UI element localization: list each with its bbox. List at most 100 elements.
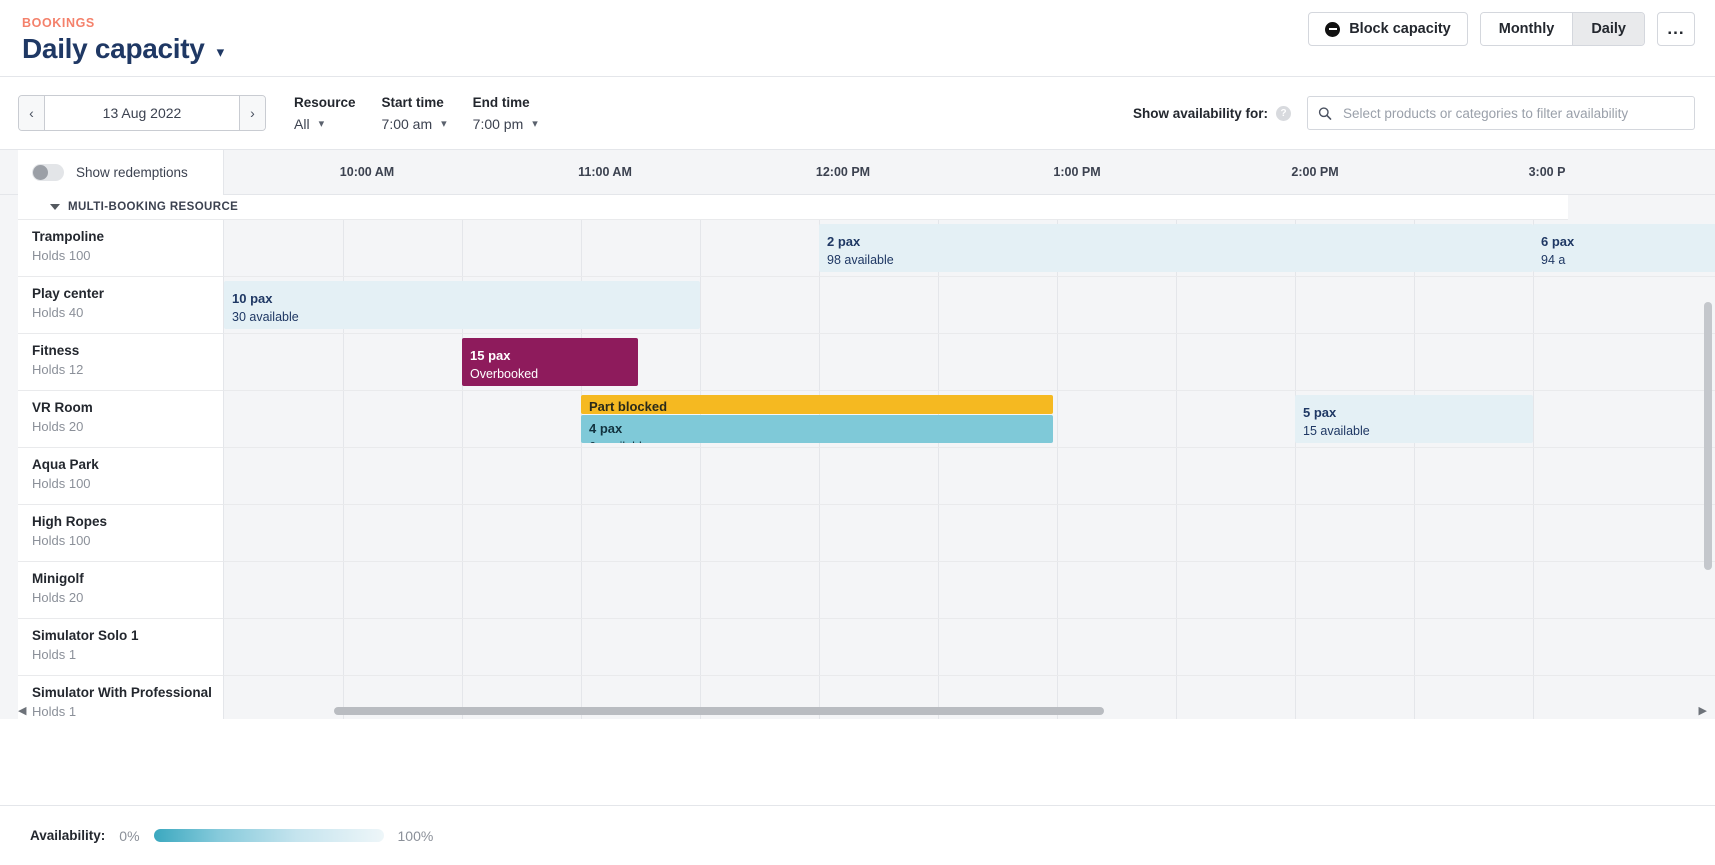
grid-column-line	[700, 505, 701, 561]
resource-label-cell[interactable]: Minigolf Holds 20	[18, 562, 224, 619]
grid-column-line	[1295, 334, 1296, 390]
booking-block-secondary: 30 available	[232, 310, 299, 325]
date-value[interactable]: 13 Aug 2022	[45, 96, 239, 130]
grid-column-line	[700, 619, 701, 675]
resource-timeline-track[interactable]	[224, 448, 1715, 505]
resource-capacity: Holds 100	[32, 476, 91, 491]
resource-timeline-track[interactable]	[224, 562, 1715, 619]
grid-column-line	[1176, 619, 1177, 675]
start-time-select[interactable]: 7:00 am ▾	[382, 116, 447, 132]
resource-label-cell[interactable]: Play center Holds 40	[18, 277, 224, 334]
view-toggle: Monthly Daily	[1479, 12, 1645, 46]
resource-timeline-track[interactable]: Part blocked 4 pax 6 available 5 pax 15 avai…	[224, 391, 1715, 448]
minus-circle-icon	[1325, 21, 1341, 37]
product-filter-search[interactable]	[1307, 96, 1695, 130]
filter-bar: ‹ 13 Aug 2022 › Resource All ▾ Start tim…	[0, 77, 1715, 150]
scroll-left-arrow-icon[interactable]: ◀	[18, 704, 26, 717]
grid-column-line	[343, 619, 344, 675]
grid-column-line	[1533, 505, 1534, 561]
resource-timeline-track[interactable]: 15 pax Overbooked	[224, 334, 1715, 391]
booking-block[interactable]: 10 pax 30 available	[224, 281, 700, 329]
more-options-button[interactable]: ...	[1657, 12, 1695, 46]
tab-daily[interactable]: Daily	[1572, 13, 1644, 45]
booking-block[interactable]: 15 pax Overbooked	[462, 338, 638, 386]
grid-column-line	[1176, 505, 1177, 561]
booking-block-primary: 6 pax	[1541, 234, 1575, 249]
resource-label-cell[interactable]: Aqua Park Holds 100	[18, 448, 224, 505]
resource-row: VR Room Holds 20 Part blocked 4 pax 6 availa…	[0, 391, 1715, 448]
resource-filter-select[interactable]: All ▾	[294, 116, 356, 132]
grid-column-line	[462, 562, 463, 618]
hscroll-thumb[interactable]	[334, 707, 1104, 715]
tab-monthly[interactable]: Monthly	[1480, 13, 1573, 45]
booking-block[interactable]: 2 pax 98 available	[819, 224, 1533, 272]
resource-timeline-track[interactable]	[224, 505, 1715, 562]
resource-label-cell[interactable]: Trampoline Holds 100	[18, 220, 224, 277]
resource-capacity: Holds 20	[32, 419, 84, 434]
availability-legend: Availability: 0% 100%	[0, 805, 1715, 865]
hscroll-track[interactable]	[28, 707, 1697, 715]
resource-capacity: Holds 20	[32, 590, 84, 605]
grid-column-line	[462, 505, 463, 561]
booking-block-primary: 2 pax	[827, 234, 861, 249]
grid-column-line	[1295, 505, 1296, 561]
booking-block[interactable]: 6 pax 94 a	[1533, 224, 1715, 272]
grid-column-line	[1533, 277, 1534, 333]
search-input[interactable]	[1341, 104, 1684, 122]
resource-label-cell[interactable]: VR Room Holds 20	[18, 391, 224, 448]
grid-column-line	[581, 220, 582, 276]
grid-column-line	[343, 562, 344, 618]
time-axis: 10:00 AM 11:00 AM 12:00 PM 1:00 PM 2:00 PM 3:…	[224, 150, 1715, 195]
grid-column-line	[343, 448, 344, 504]
resource-name: Simulator Solo 1	[32, 628, 139, 643]
next-day-button[interactable]: ›	[239, 96, 265, 130]
time-tick: 12:00 PM	[815, 165, 871, 179]
resource-timeline-track[interactable]: 2 pax 98 available 6 pax 94 a	[224, 220, 1715, 277]
booking-block-primary: 5 pax	[1303, 405, 1337, 420]
grid-column-line	[938, 505, 939, 561]
help-icon[interactable]: ?	[1276, 105, 1291, 121]
resource-capacity: Holds 100	[32, 533, 91, 548]
resource-filter-label: Resource	[294, 94, 356, 110]
grid-column-line	[938, 562, 939, 618]
resource-label-cell[interactable]: Fitness Holds 12	[18, 334, 224, 391]
collapse-triangle-icon[interactable]	[50, 204, 60, 210]
grid-column-line	[938, 334, 939, 390]
chevron-down-icon[interactable]: ▾	[217, 45, 225, 60]
resource-row: Minigolf Holds 20	[0, 562, 1715, 619]
vertical-scrollbar[interactable]	[1704, 302, 1712, 702]
horizontal-scrollbar[interactable]: ◀ ▶	[18, 704, 1707, 717]
capacity-grid: Show redemptions 10:00 AM 11:00 AM 12:00 P…	[0, 150, 1715, 719]
grid-column-line	[1057, 619, 1058, 675]
grid-column-line	[1533, 448, 1534, 504]
booking-block[interactable]: 4 pax 6 available	[581, 415, 1053, 443]
grid-column-line	[1057, 277, 1058, 333]
resource-capacity: Holds 1	[32, 647, 77, 662]
show-redemptions-cell: Show redemptions	[18, 150, 224, 195]
booking-block[interactable]: 5 pax 15 available	[1295, 395, 1533, 443]
booking-block[interactable]: Part blocked	[581, 395, 1053, 414]
previous-day-button[interactable]: ‹	[19, 96, 45, 130]
resource-label-cell[interactable]: High Ropes Holds 100	[18, 505, 224, 562]
vscroll-thumb[interactable]	[1704, 302, 1712, 570]
resource-label-cell[interactable]: Simulator Solo 1 Holds 1	[18, 619, 224, 676]
grid-column-line	[700, 562, 701, 618]
resource-name: Play center	[32, 286, 105, 301]
grid-column-line	[581, 619, 582, 675]
scroll-right-arrow-icon[interactable]: ▶	[1699, 704, 1707, 717]
resource-name: Trampoline	[32, 229, 105, 244]
end-time-select[interactable]: 7:00 pm ▾	[473, 116, 538, 132]
end-time-filter: End time 7:00 pm ▾	[473, 95, 538, 132]
resource-filter: Resource All ▾	[294, 95, 356, 132]
resource-timeline-track[interactable]	[224, 619, 1715, 676]
grid-column-line	[581, 505, 582, 561]
section-header-multi-booking[interactable]: MULTI-BOOKING RESOURCE	[18, 195, 1568, 220]
grid-column-line	[938, 619, 939, 675]
resource-timeline-track[interactable]: 10 pax 30 available	[224, 277, 1715, 334]
resource-name: Fitness	[32, 343, 80, 358]
grid-column-line	[1533, 619, 1534, 675]
block-capacity-button[interactable]: Block capacity	[1308, 12, 1468, 46]
grid-column-line	[1414, 562, 1415, 618]
show-redemptions-toggle[interactable]	[32, 164, 64, 181]
grid-column-line	[1176, 448, 1177, 504]
